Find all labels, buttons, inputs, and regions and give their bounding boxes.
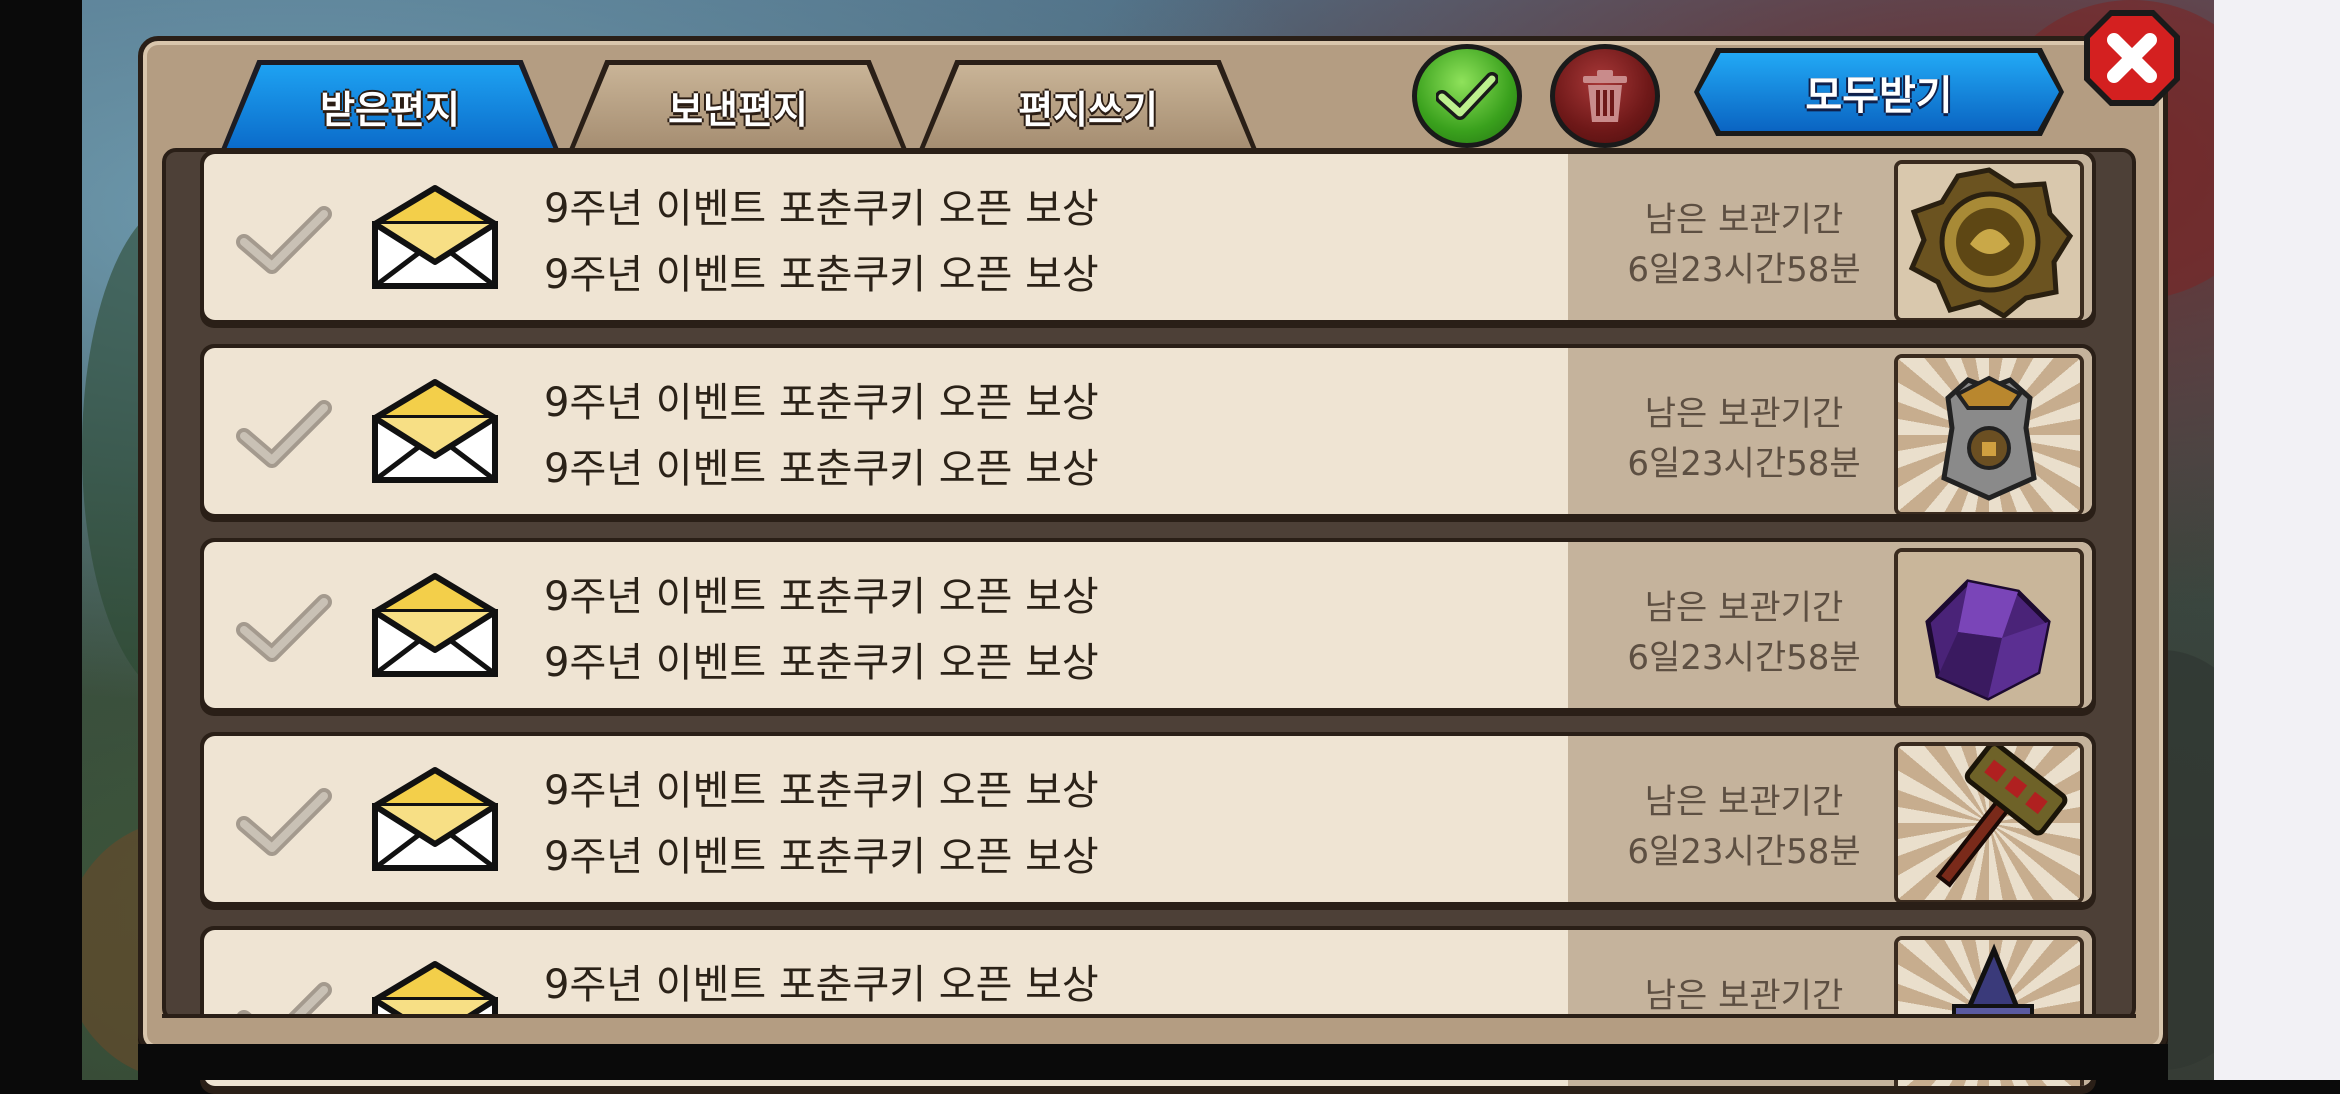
reward-item-slot[interactable]: [1894, 160, 2084, 320]
panel-bottom-edge: [138, 1044, 2168, 1080]
row-checkmark-icon[interactable]: [234, 784, 334, 864]
mail-row[interactable]: 9주년 이벤트 포춘쿠키 오픈 보상 9주년 이벤트 포춘쿠키 오픈 보상 남은…: [200, 538, 2096, 716]
list-bottom-frame: [162, 1014, 2136, 1048]
close-button[interactable]: [2080, 6, 2184, 110]
tab-received-mail[interactable]: 받은편지: [220, 60, 560, 152]
open-envelope-icon: [372, 767, 498, 871]
mail-title: 9주년 이벤트 포춘쿠키 오픈 보상: [544, 768, 1099, 814]
close-x-icon: [2084, 10, 2180, 106]
checkmark-icon: [1436, 72, 1498, 120]
mail-title: 9주년 이벤트 포춘쿠키 오픈 보상: [544, 380, 1099, 426]
open-envelope-icon: [372, 573, 498, 677]
receive-all-label: 모두받기: [1699, 53, 2059, 131]
gold-medallion-icon: [1898, 164, 2080, 318]
keep-period-label: 남은 보관기간: [1644, 200, 1844, 240]
mail-row[interactable]: 9주년 이벤트 포춘쿠키 오픈 보상 9주년 이벤트 포춘쿠키 오픈 보상 남은…: [200, 150, 2096, 328]
reward-item-slot[interactable]: [1894, 354, 2084, 514]
keep-period-time: 6일23시간58분: [1627, 638, 1861, 678]
mail-row[interactable]: 9주년 이벤트 포춘쿠키 오픈 보상 9주년 이벤트 포춘쿠키 오픈 보상 남은…: [200, 344, 2096, 522]
purple-crystal-icon: [1898, 552, 2080, 706]
mail-row[interactable]: 9주년 이벤트 포춘쿠키 오픈 보상 9주년 이벤트 포춘쿠키 오픈 보상 남은…: [200, 732, 2096, 910]
keep-period-label: 남은 보관기간: [1644, 976, 1844, 1016]
receive-all-button[interactable]: 모두받기: [1694, 48, 2064, 136]
armor-chestplate-icon: [1941, 375, 2037, 501]
select-all-button[interactable]: [1412, 44, 1522, 148]
open-envelope-icon: [372, 379, 498, 483]
open-envelope-icon: [372, 185, 498, 289]
trash-icon: [1583, 70, 1627, 122]
row-checkmark-icon[interactable]: [234, 396, 334, 476]
reward-item-slot[interactable]: [1894, 548, 2084, 708]
mail-subtitle: 9주년 이벤트 포춘쿠키 오픈 보상: [544, 640, 1099, 686]
keep-period-time: 6일23시간58분: [1627, 832, 1861, 872]
tab-sent-mail[interactable]: 보낸편지: [568, 60, 908, 152]
system-navigation-bar: [2214, 0, 2340, 1080]
mail-subtitle: 9주년 이벤트 포춘쿠키 오픈 보상: [544, 834, 1099, 880]
row-checkmark-icon[interactable]: [234, 202, 334, 282]
tab-write-mail[interactable]: 편지쓰기: [918, 60, 1258, 152]
keep-period-label: 남은 보관기간: [1644, 394, 1844, 434]
mail-subtitle: 9주년 이벤트 포춘쿠키 오픈 보상: [544, 446, 1099, 492]
keep-period-label: 남은 보관기간: [1644, 588, 1844, 628]
hammer-weapon-icon: [1935, 746, 2068, 888]
mail-subtitle: 9주년 이벤트 포춘쿠키 오픈 보상: [544, 252, 1099, 298]
delete-button[interactable]: [1550, 44, 1660, 148]
keep-period-time: 6일23시간58분: [1627, 444, 1861, 484]
mail-title: 9주년 이벤트 포춘쿠키 오픈 보상: [544, 186, 1099, 232]
row-checkmark-icon[interactable]: [234, 590, 334, 670]
reward-item-slot[interactable]: [1894, 742, 2084, 902]
keep-period-label: 남은 보관기간: [1644, 782, 1844, 822]
keep-period-time: 6일23시간58분: [1627, 250, 1861, 290]
mail-title: 9주년 이벤트 포춘쿠키 오픈 보상: [544, 574, 1099, 620]
mail-title: 9주년 이벤트 포춘쿠키 오픈 보상: [544, 962, 1099, 1008]
